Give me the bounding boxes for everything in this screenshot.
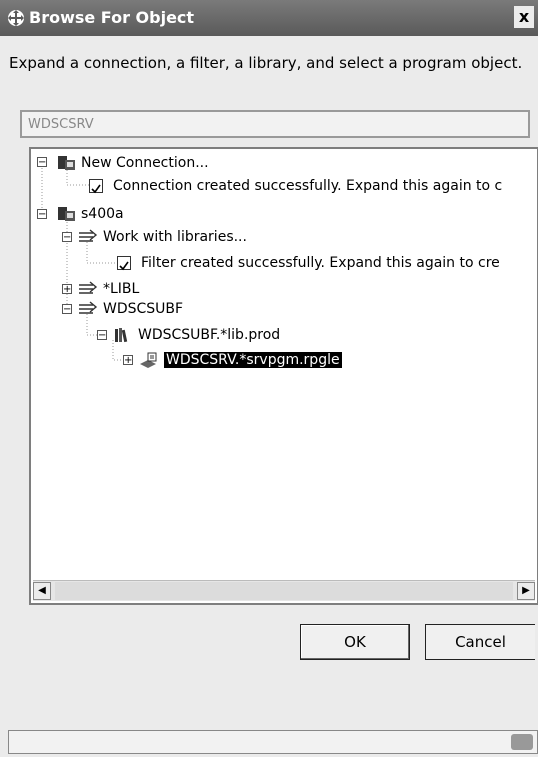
tree-node-label: s400a bbox=[81, 206, 124, 222]
cancel-button[interactable]: Cancel bbox=[425, 624, 535, 660]
scroll-thumb[interactable] bbox=[55, 582, 513, 600]
program-object-icon bbox=[140, 352, 157, 368]
connection-icon bbox=[58, 207, 75, 221]
object-tree[interactable]: − New Connection... Connection created s… bbox=[29, 147, 538, 605]
tree-node-work-with-libraries[interactable]: Work with libraries... bbox=[78, 227, 247, 247]
checkbox-icon bbox=[89, 179, 103, 194]
scroll-left-button[interactable]: ◀ bbox=[33, 582, 51, 600]
tree-node-label: *LIBL bbox=[103, 281, 140, 297]
checkbox-icon bbox=[117, 256, 131, 271]
status-icon bbox=[511, 734, 533, 750]
tree-node-label: WDSCSUBF bbox=[103, 301, 184, 317]
object-name-input[interactable] bbox=[22, 112, 528, 136]
object-name-field[interactable] bbox=[20, 110, 530, 138]
filter-icon bbox=[79, 301, 98, 314]
collapse-toggle[interactable]: − bbox=[37, 209, 47, 220]
expand-toggle[interactable]: + bbox=[123, 355, 133, 366]
collapse-toggle[interactable]: − bbox=[37, 157, 47, 168]
tree-node-new-connection[interactable]: New Connection... bbox=[56, 153, 209, 173]
tree-node-library-wdscsubf[interactable]: WDSCSUBF.*lib.prod bbox=[113, 325, 280, 345]
filter-icon bbox=[79, 229, 98, 242]
tree-node-label: Connection created successfully. Expand … bbox=[113, 178, 503, 194]
title-bar: Browse For Object x bbox=[0, 0, 538, 36]
tree-node-program-object[interactable]: WDSCSRV.*srvpgm.rpgle bbox=[139, 350, 342, 370]
tree-node-connection-created[interactable]: Connection created successfully. Expand … bbox=[89, 176, 502, 196]
close-button[interactable]: x bbox=[514, 6, 534, 28]
expand-toggle[interactable]: + bbox=[62, 284, 72, 295]
instruction-text: Expand a connection, a filter, a library… bbox=[9, 54, 523, 72]
tree-node-label: WDSCSUBF.*lib.prod bbox=[138, 327, 281, 343]
connection-icon bbox=[58, 156, 75, 170]
tree-node-wdscsubf[interactable]: WDSCSUBF bbox=[78, 299, 183, 319]
collapse-toggle[interactable]: − bbox=[62, 232, 72, 243]
tree-node-label: WDSCSRV.*srvpgm.rpgle bbox=[164, 352, 342, 368]
tree-node-s400a[interactable]: s400a bbox=[56, 204, 124, 224]
scroll-right-button[interactable]: ▶ bbox=[517, 582, 535, 600]
tree-node-label: Filter created successfully. Expand this… bbox=[141, 255, 500, 271]
filter-icon bbox=[79, 281, 98, 294]
collapse-toggle[interactable]: − bbox=[62, 304, 72, 315]
horizontal-scrollbar[interactable]: ◀ ▶ bbox=[33, 580, 535, 601]
tree-node-libl[interactable]: *LIBL bbox=[78, 279, 139, 299]
tree-node-label: Work with libraries... bbox=[103, 229, 247, 245]
library-icon bbox=[115, 328, 128, 343]
collapse-toggle[interactable]: − bbox=[97, 330, 107, 341]
window-title: Browse For Object bbox=[29, 8, 195, 27]
tree-node-filter-created[interactable]: Filter created successfully. Expand this… bbox=[117, 253, 500, 273]
ok-button[interactable]: OK bbox=[300, 624, 410, 660]
tree-node-label: New Connection... bbox=[81, 155, 209, 171]
status-bar bbox=[8, 730, 538, 754]
browse-icon bbox=[8, 10, 24, 26]
